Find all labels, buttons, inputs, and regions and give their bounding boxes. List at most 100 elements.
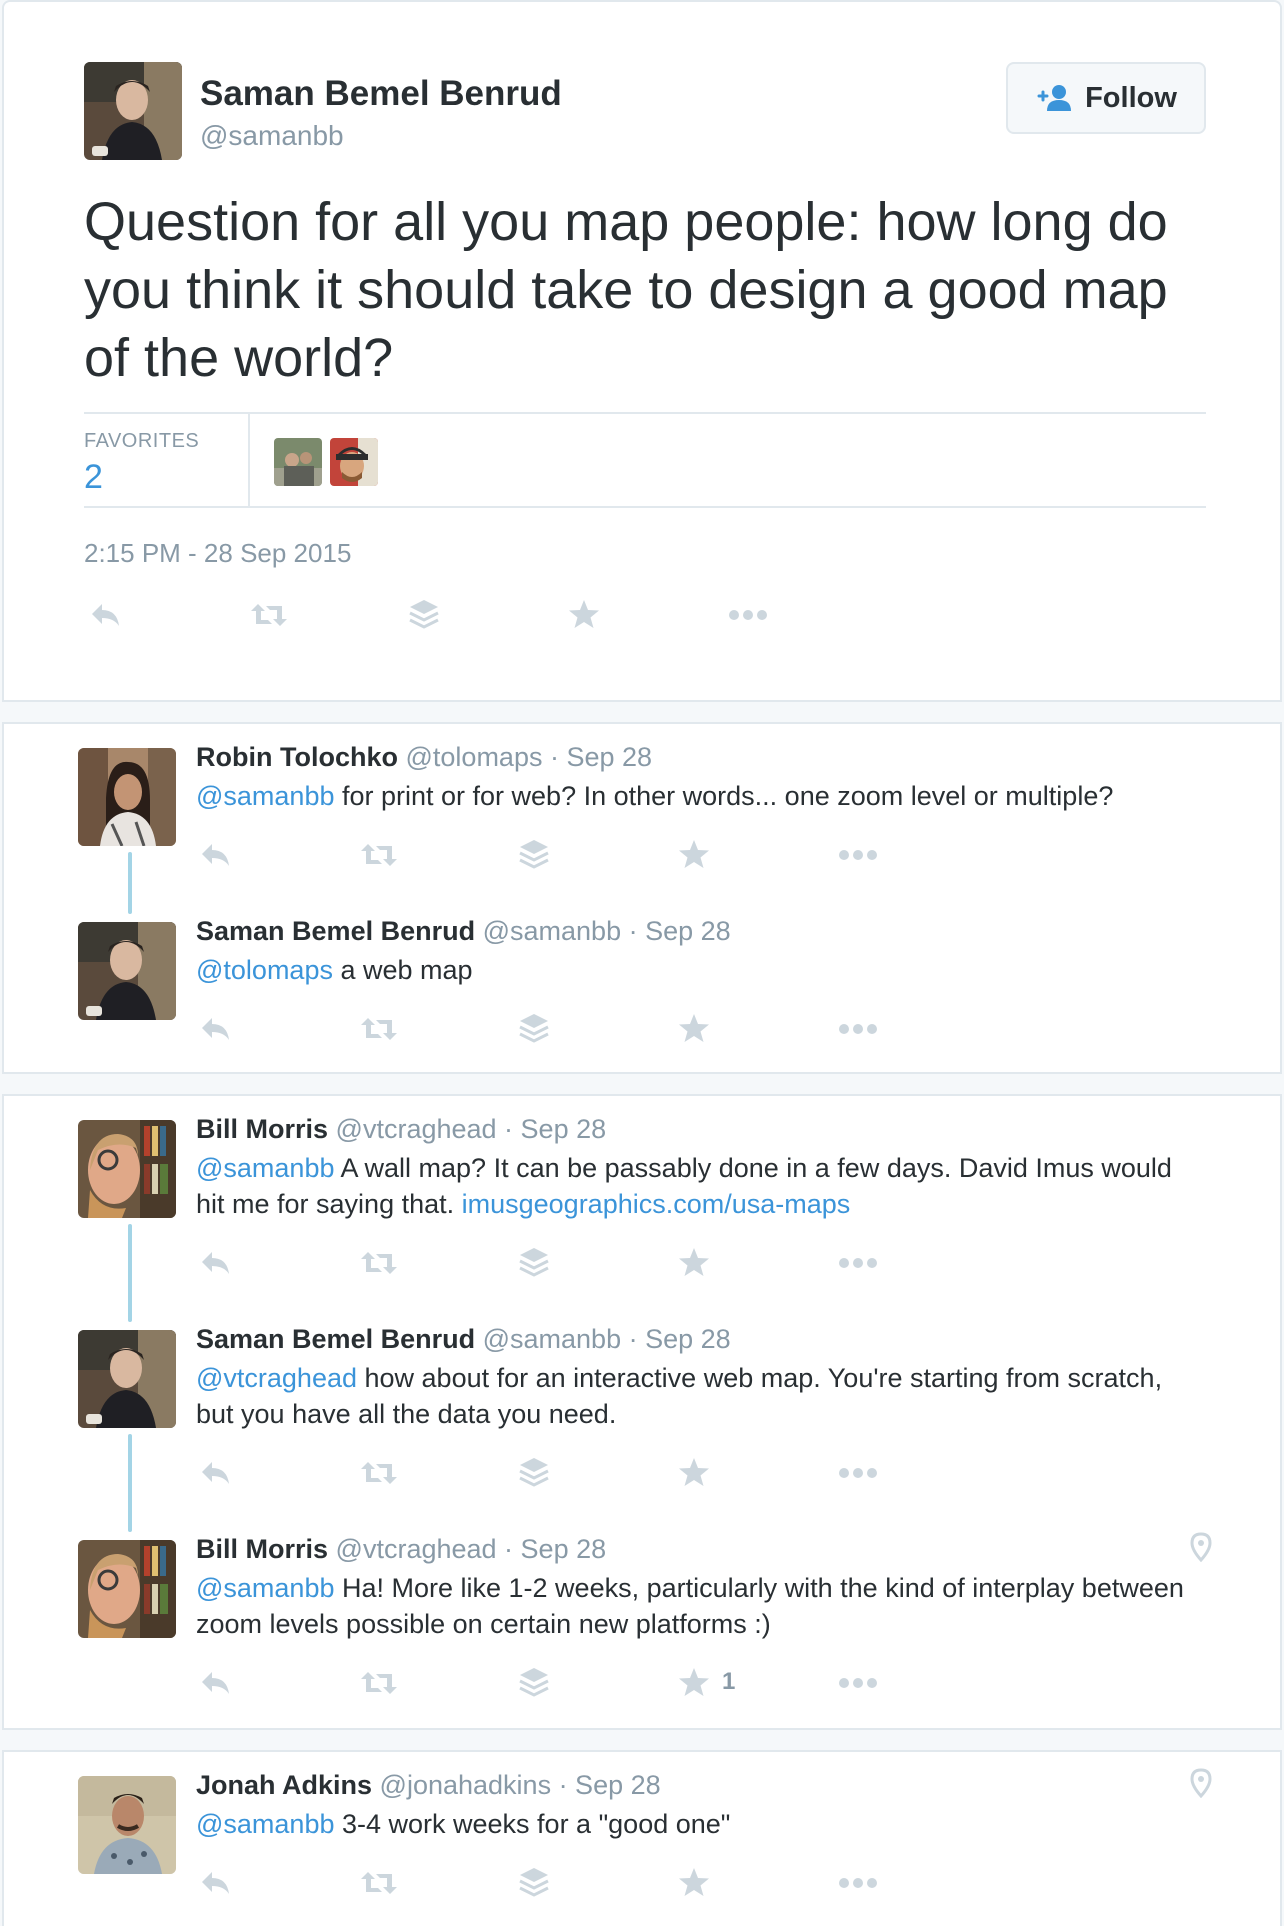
main-tweet-card: Saman Bemel Benrud @samanbb Follow Quest… bbox=[2, 0, 1282, 702]
author-name[interactable]: Saman Bemel Benrud bbox=[196, 1324, 475, 1354]
location-pin-icon[interactable] bbox=[1190, 1768, 1212, 1803]
more-icon[interactable] bbox=[838, 1022, 878, 1036]
mention-link[interactable]: @samanbb bbox=[196, 781, 334, 811]
favorite-star-icon[interactable] bbox=[678, 1456, 710, 1488]
reply-text: @tolomaps a web map bbox=[196, 952, 1196, 988]
author-name[interactable]: Robin Tolochko bbox=[196, 742, 398, 772]
favorite-count: 1 bbox=[722, 1668, 736, 1695]
more-icon[interactable] bbox=[838, 848, 878, 862]
favorite-star-icon[interactable] bbox=[678, 1246, 710, 1278]
favoriter-avatar[interactable] bbox=[330, 438, 378, 486]
follow-label: Follow bbox=[1085, 81, 1177, 114]
favorite-button[interactable]: 1 bbox=[678, 1666, 735, 1698]
reply-body: a web map bbox=[332, 955, 473, 985]
stack-icon[interactable] bbox=[518, 1246, 550, 1280]
author-meta[interactable]: @vtcraghead · Sep 28 bbox=[336, 1534, 607, 1564]
favorite-star-icon[interactable] bbox=[678, 1012, 710, 1044]
author-meta[interactable]: @vtcraghead · Sep 28 bbox=[336, 1114, 607, 1144]
mention-link[interactable]: @samanbb bbox=[196, 1809, 334, 1839]
avatar[interactable] bbox=[78, 922, 176, 1020]
more-icon[interactable] bbox=[838, 1256, 878, 1270]
retweet-icon[interactable] bbox=[358, 1868, 400, 1898]
reply-header: Bill Morris @vtcraghead · Sep 28 bbox=[196, 1114, 606, 1145]
more-icon[interactable] bbox=[728, 608, 768, 622]
stats-divider bbox=[248, 414, 250, 506]
mention-link[interactable]: @samanbb bbox=[196, 1573, 334, 1603]
reply-body: 3-4 work weeks for a "good one" bbox=[334, 1809, 731, 1839]
stack-icon[interactable] bbox=[518, 1456, 550, 1490]
reply-header: Bill Morris @vtcraghead · Sep 28 bbox=[196, 1534, 606, 1565]
favorite-star-icon[interactable] bbox=[568, 598, 600, 630]
reply-icon[interactable] bbox=[198, 1868, 232, 1898]
stack-icon[interactable] bbox=[408, 598, 440, 632]
follow-button[interactable]: Follow bbox=[1006, 62, 1206, 134]
reply-icon[interactable] bbox=[198, 1458, 232, 1488]
avatar[interactable] bbox=[78, 1120, 176, 1218]
reply-icon[interactable] bbox=[198, 1014, 232, 1044]
url-link[interactable]: imusgeographics.com/usa-maps bbox=[462, 1189, 851, 1219]
mention-link[interactable]: @vtcraghead bbox=[196, 1363, 357, 1393]
thread-line bbox=[128, 1434, 132, 1532]
retweet-icon[interactable] bbox=[358, 1248, 400, 1278]
reply-icon[interactable] bbox=[198, 840, 232, 870]
stack-icon[interactable] bbox=[518, 1666, 550, 1700]
thread-line bbox=[128, 1224, 132, 1322]
avatar[interactable] bbox=[84, 62, 182, 160]
author-name[interactable]: Bill Morris bbox=[196, 1534, 328, 1564]
author-meta[interactable]: @samanbb · Sep 28 bbox=[483, 916, 731, 946]
retweet-icon[interactable] bbox=[358, 840, 400, 870]
more-icon[interactable] bbox=[838, 1466, 878, 1480]
retweet-icon[interactable] bbox=[358, 1458, 400, 1488]
reply-header: Robin Tolochko @tolomaps · Sep 28 bbox=[196, 742, 652, 773]
reply-header: Saman Bemel Benrud @samanbb · Sep 28 bbox=[196, 916, 731, 947]
author-handle[interactable]: @samanbb bbox=[200, 120, 344, 152]
author-name[interactable]: Saman Bemel Benrud bbox=[200, 74, 562, 114]
author-name[interactable]: Jonah Adkins bbox=[196, 1770, 372, 1800]
author-name[interactable]: Bill Morris bbox=[196, 1114, 328, 1144]
stack-icon[interactable] bbox=[518, 1012, 550, 1046]
more-icon[interactable] bbox=[838, 1876, 878, 1890]
conversation: Jonah Adkins @jonahadkins · Sep 28 @sama… bbox=[2, 1750, 1282, 1926]
tweet-timestamp[interactable]: 2:15 PM - 28 Sep 2015 bbox=[84, 538, 351, 569]
stack-icon[interactable] bbox=[518, 1866, 550, 1900]
mention-link[interactable]: @tolomaps bbox=[196, 955, 333, 985]
location-pin-icon[interactable] bbox=[1190, 1532, 1212, 1567]
reply-icon[interactable] bbox=[88, 600, 122, 630]
favorites-label: FAVORITES bbox=[84, 430, 200, 452]
favoriter-avatar[interactable] bbox=[274, 438, 322, 486]
favorites-count[interactable]: 2 bbox=[84, 458, 103, 497]
conversation: Robin Tolochko @tolomaps · Sep 28 @saman… bbox=[2, 722, 1282, 1074]
reply-icon[interactable] bbox=[198, 1668, 232, 1698]
reply-body: for print or for web? In other words... … bbox=[334, 781, 1114, 811]
reply-text: @samanbb 3-4 work weeks for a "good one" bbox=[196, 1806, 1196, 1842]
page: Saman Bemel Benrud @samanbb Follow Quest… bbox=[0, 0, 1284, 1926]
avatar[interactable] bbox=[78, 1776, 176, 1874]
favorite-star-icon[interactable] bbox=[678, 1866, 710, 1898]
thread-line bbox=[128, 852, 132, 914]
author-meta[interactable]: @jonahadkins · Sep 28 bbox=[380, 1770, 661, 1800]
avatar[interactable] bbox=[78, 748, 176, 846]
reply-body: Ha! More like 1-2 weeks, particularly wi… bbox=[196, 1573, 1184, 1639]
reply-icon[interactable] bbox=[198, 1248, 232, 1278]
retweet-icon[interactable] bbox=[248, 600, 290, 630]
author-meta[interactable]: @samanbb · Sep 28 bbox=[483, 1324, 731, 1354]
stack-icon[interactable] bbox=[518, 838, 550, 872]
mention-link[interactable]: @samanbb bbox=[196, 1153, 334, 1183]
reply-text: @samanbb Ha! More like 1-2 weeks, partic… bbox=[196, 1570, 1196, 1642]
author-meta[interactable]: @tolomaps · Sep 28 bbox=[406, 742, 653, 772]
more-icon[interactable] bbox=[838, 1676, 878, 1690]
tweet-text: Question for all you map people: how lon… bbox=[84, 192, 1168, 388]
reply-text: @samanbb for print or for web? In other … bbox=[196, 778, 1196, 814]
avatar[interactable] bbox=[78, 1540, 176, 1638]
add-user-icon bbox=[1037, 85, 1072, 111]
reply-text: @vtcraghead how about for an interactive… bbox=[196, 1360, 1196, 1432]
retweet-icon[interactable] bbox=[358, 1668, 400, 1698]
author-name[interactable]: Saman Bemel Benrud bbox=[196, 916, 475, 946]
reply-text: @samanbb A wall map? It can be passably … bbox=[196, 1150, 1196, 1222]
avatar[interactable] bbox=[78, 1330, 176, 1428]
conversation: Bill Morris @vtcraghead · Sep 28 @samanb… bbox=[2, 1094, 1282, 1730]
tweet-stats: FAVORITES 2 bbox=[84, 412, 1206, 508]
favorite-star-icon[interactable] bbox=[678, 838, 710, 870]
retweet-icon[interactable] bbox=[358, 1014, 400, 1044]
reply-header: Jonah Adkins @jonahadkins · Sep 28 bbox=[196, 1770, 661, 1801]
